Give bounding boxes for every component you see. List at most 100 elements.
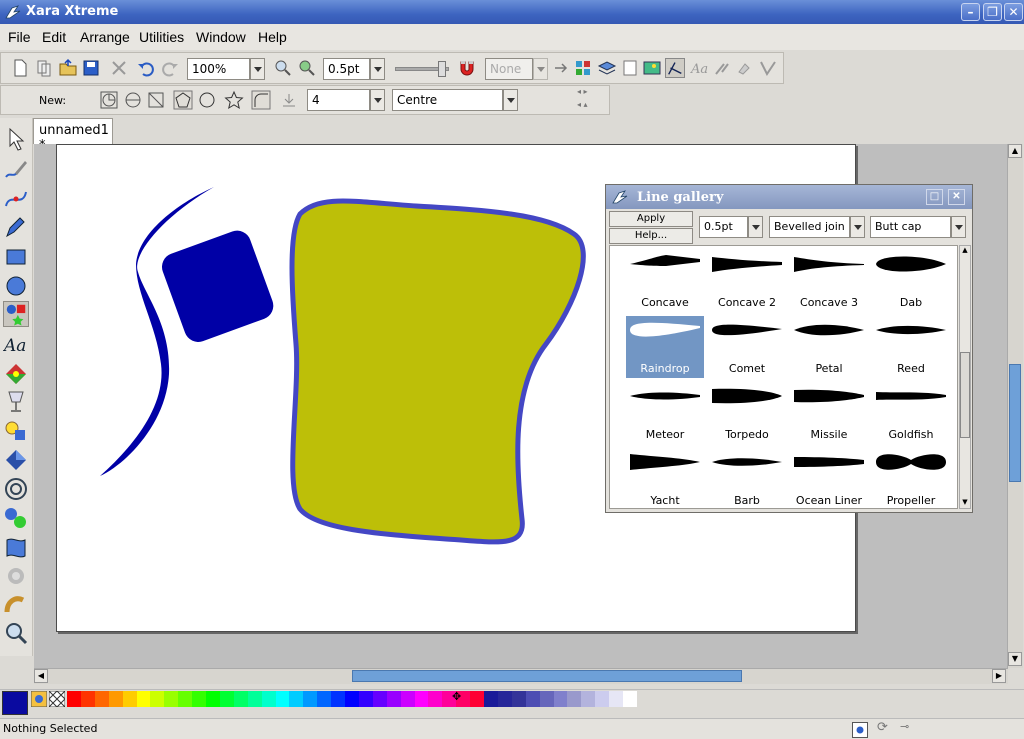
join-type-dropdown[interactable] (850, 216, 865, 238)
line-width-field[interactable]: 0.5pt (323, 58, 370, 80)
scroll-right-arrow-icon[interactable]: ▶ (992, 669, 1006, 683)
line-gallery-item[interactable]: Meteor (626, 382, 704, 444)
color-swatch[interactable] (108, 691, 123, 707)
zoom-field[interactable]: 100% (187, 58, 250, 80)
new-document-icon[interactable] (10, 58, 30, 78)
polygon-icon[interactable] (173, 90, 193, 110)
color-swatch[interactable] (219, 691, 234, 707)
color-swatch[interactable] (67, 691, 81, 707)
color-swatch[interactable] (150, 691, 165, 707)
join-type-field[interactable]: Bevelled join (769, 216, 850, 238)
undo-icon[interactable] (136, 58, 156, 78)
line-gallery-item[interactable]: Petal (790, 316, 868, 378)
new-from-template-icon[interactable] (34, 58, 54, 78)
olive-blob-shape[interactable] (289, 198, 586, 545)
menu-arrange[interactable]: Arrange (80, 29, 130, 45)
sides-dropdown[interactable] (370, 89, 385, 111)
color-swatch[interactable] (372, 691, 387, 707)
color-swatch[interactable] (192, 691, 207, 707)
open-icon[interactable] (58, 58, 78, 78)
color-swatch[interactable] (331, 691, 346, 707)
bitmap-gallery-icon[interactable] (642, 58, 662, 78)
color-swatch[interactable] (275, 691, 290, 707)
push-tool-icon[interactable] (3, 592, 29, 618)
menu-utilities[interactable]: Utilities (139, 29, 184, 45)
line-gallery-item[interactable]: Ocean Liner (790, 448, 868, 508)
line-gallery-item[interactable]: Yacht (626, 448, 704, 508)
redo-icon[interactable] (160, 58, 180, 78)
ellipse-icon[interactable] (197, 90, 217, 110)
align-dropdown[interactable] (503, 89, 518, 111)
line-gallery-item[interactable]: Torpedo (708, 382, 786, 444)
vertical-scrollbar[interactable]: ▲ ▼ (1007, 144, 1023, 668)
transparency-tool-icon[interactable] (3, 389, 29, 415)
color-swatch[interactable] (80, 691, 95, 707)
blue-rounded-square[interactable] (158, 227, 277, 346)
color-swatch[interactable] (289, 691, 304, 707)
menu-window[interactable]: Window (196, 29, 246, 45)
color-swatch[interactable] (164, 691, 179, 707)
font-gallery-icon[interactable]: Aa (689, 58, 709, 78)
horizontal-scroll-thumb[interactable] (352, 670, 742, 682)
line-gallery-item[interactable]: Reed (872, 316, 950, 378)
menu-help[interactable]: Help (258, 29, 287, 45)
effects-icon[interactable] (712, 58, 732, 78)
snap-magnet-icon[interactable] (457, 58, 477, 78)
color-swatch[interactable] (122, 691, 137, 707)
color-swatch[interactable] (400, 691, 415, 707)
horizontal-scrollbar[interactable]: ◀ ▶ (34, 668, 1008, 684)
snap-status-icon[interactable] (852, 722, 868, 738)
delete-icon[interactable] (109, 58, 129, 78)
line-gallery-icon[interactable] (665, 58, 685, 78)
menu-edit[interactable]: Edit (42, 29, 66, 45)
color-swatch[interactable] (414, 691, 429, 707)
gallery-scroll-thumb[interactable] (960, 352, 970, 438)
quickshape-tool-icon[interactable] (3, 301, 29, 327)
color-swatch[interactable] (511, 691, 526, 707)
arrow-right-icon[interactable] (552, 58, 572, 78)
color-swatch[interactable] (428, 691, 443, 707)
line-gallery-item[interactable]: Comet (708, 316, 786, 378)
quality-slider-thumb[interactable] (438, 61, 446, 77)
color-swatch[interactable] (470, 691, 485, 707)
contour-tool-icon[interactable] (3, 476, 29, 502)
new-shape-corner-icon[interactable] (146, 90, 166, 110)
curvature-icon[interactable] (251, 90, 271, 110)
color-swatch[interactable] (178, 691, 193, 707)
freehand-tool-icon[interactable] (3, 157, 29, 183)
color-swatch[interactable] (206, 691, 220, 707)
color-swatch[interactable] (386, 691, 401, 707)
color-swatch[interactable] (497, 691, 512, 707)
vertical-scroll-thumb[interactable] (1009, 364, 1021, 482)
line-gallery-item[interactable]: Missile (790, 382, 868, 444)
color-swatch[interactable] (623, 691, 637, 707)
shadow-tool-icon[interactable] (3, 418, 29, 444)
pen-tool-icon[interactable] (3, 214, 29, 240)
color-swatch[interactable] (94, 691, 109, 707)
zoom-dropdown[interactable] (250, 58, 265, 80)
live-effects-tool-icon[interactable] (3, 563, 29, 589)
gallery-scroll-up-icon[interactable]: ▲ (960, 246, 970, 256)
snap-dropdown[interactable] (533, 58, 548, 80)
lock-status-icon[interactable]: ⊸ (900, 720, 909, 733)
color-swatch[interactable] (317, 691, 332, 707)
no-color-icon[interactable] (49, 691, 65, 707)
new-shape-diameter-icon[interactable] (123, 90, 143, 110)
menu-file[interactable]: File (8, 29, 31, 45)
bezier-tool-icon[interactable] (3, 186, 29, 212)
color-swatch[interactable] (581, 691, 596, 707)
maximize-button[interactable]: ❐ (983, 3, 1002, 21)
selector-tool-icon[interactable] (3, 126, 29, 152)
blend-tool-icon[interactable] (3, 505, 29, 531)
color-swatch[interactable] (525, 691, 540, 707)
text-tool-icon[interactable]: Aa (3, 331, 29, 357)
color-swatch[interactable] (484, 691, 498, 707)
gallery-scroll-down-icon[interactable]: ▼ (960, 498, 970, 508)
help-button[interactable]: Help... (609, 228, 693, 244)
spin-up-icon[interactable]: ◂ ▸ (577, 87, 588, 96)
line-gallery-item[interactable]: Concave 3 (790, 250, 868, 312)
zoom-drawing-icon[interactable] (297, 58, 317, 78)
line-gallery-item[interactable]: Dab (872, 250, 950, 312)
cap-type-dropdown[interactable] (951, 216, 966, 238)
new-shape-from-center-icon[interactable] (99, 90, 119, 110)
